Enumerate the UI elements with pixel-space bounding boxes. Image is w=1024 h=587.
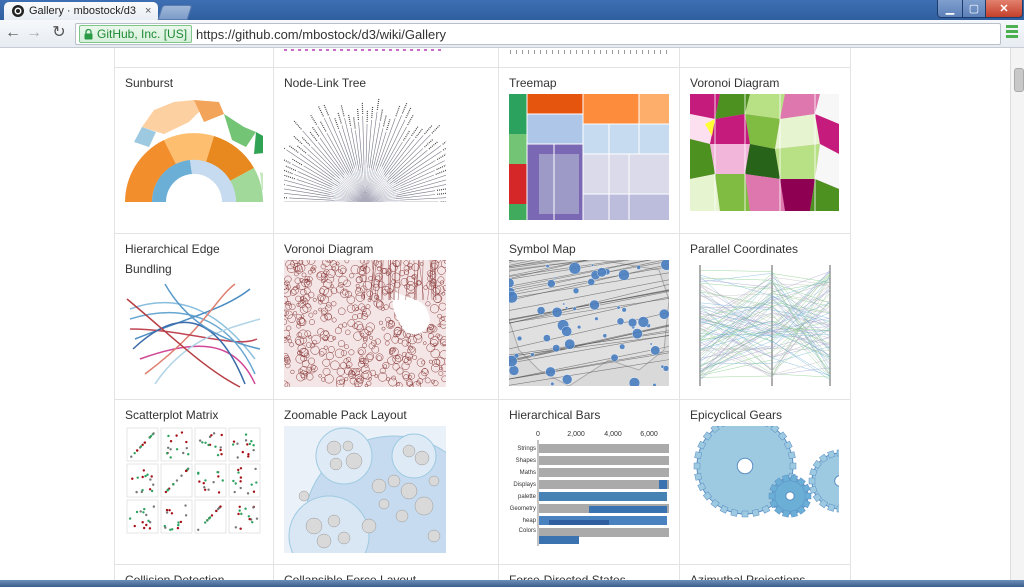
grid-divider — [498, 48, 499, 587]
back-arrow-icon[interactable]: ← — [4, 24, 22, 42]
tab-close-button[interactable]: × — [145, 5, 151, 17]
grid-divider — [114, 399, 850, 400]
close-window-button[interactable]: ✕ — [985, 0, 1023, 18]
forward-arrow-icon[interactable]: → — [25, 24, 43, 42]
browser-toolbar: ← → ↻ GitHub, Inc. [US] https://github.c… — [0, 20, 1024, 48]
gallery-title-bundling[interactable]: Bundling — [125, 262, 172, 276]
voronoi-airports-thumbnail[interactable] — [284, 260, 446, 387]
tab-title: Gallery · mbostock/d3 Wi — [29, 5, 139, 17]
pack-layout-thumbnail[interactable] — [284, 426, 446, 553]
bars-tick-label: 4,000 — [604, 431, 622, 438]
bars-row-label: Displays — [513, 482, 536, 488]
scrollbar-thumb[interactable] — [1014, 68, 1024, 92]
window-title-bar: Gallery · mbostock/d3 Wi × ▁ ▢ ✕ — [0, 0, 1024, 20]
gallery-title-treemap[interactable]: Treemap — [509, 76, 557, 90]
minimize-button[interactable]: ▁ — [937, 0, 963, 18]
hierarchical-bars-thumbnail[interactable]: 0 2,000 4,000 6,000 Strings Shapes Maths… — [509, 426, 669, 546]
bars-row-label: Geometry — [510, 506, 536, 512]
sunburst-thumbnail[interactable] — [125, 94, 263, 202]
gallery-title-sunburst[interactable]: Sunburst — [125, 76, 173, 90]
bars-row-label: Strings — [517, 446, 536, 452]
bars-row-label: palette — [518, 494, 537, 500]
treemap-thumbnail[interactable] — [509, 94, 669, 220]
new-tab-button[interactable] — [157, 5, 193, 20]
grid-divider — [114, 233, 850, 234]
gallery-title-scatterplot-matrix[interactable]: Scatterplot Matrix — [125, 408, 218, 422]
grid-divider — [273, 48, 274, 587]
ev-label: GitHub, Inc. [US] — [97, 27, 188, 41]
github-octocat-icon — [12, 5, 24, 17]
page-content: Sunburst Node-Link Tree Treemap Voronoi … — [0, 48, 1010, 587]
gallery-title-symbol-map[interactable]: Symbol Map — [509, 242, 576, 256]
node-link-tree-thumbnail[interactable] — [284, 94, 446, 202]
bars-row-label: Colors — [519, 528, 536, 534]
epicyclical-gears-thumbnail[interactable] — [690, 426, 839, 546]
ev-certificate-badge[interactable]: GitHub, Inc. [US] — [79, 25, 193, 43]
bars-tick-label: 2,000 — [567, 431, 585, 438]
vertical-scrollbar[interactable] — [1010, 48, 1024, 587]
edge-bundling-thumbnail[interactable] — [125, 279, 263, 389]
gallery-title-voronoi-diagram-2[interactable]: Voronoi Diagram — [284, 242, 373, 256]
grid-divider — [114, 48, 115, 587]
os-taskbar — [0, 580, 1024, 587]
gallery-title-zoomable-pack-layout[interactable]: Zoomable Pack Layout — [284, 408, 407, 422]
previous-row-thumbnail-fragment — [284, 49, 444, 51]
grid-divider — [850, 48, 851, 587]
bars-row-label: Maths — [520, 470, 536, 476]
gallery-title-voronoi-diagram[interactable]: Voronoi Diagram — [690, 76, 779, 90]
address-bar[interactable]: GitHub, Inc. [US] https://github.com/mbo… — [75, 23, 1001, 45]
scatterplot-matrix-thumbnail[interactable] — [125, 426, 263, 536]
gallery-title-hierarchical-bars[interactable]: Hierarchical Bars — [509, 408, 600, 422]
bars-tick-label: 0 — [536, 431, 540, 438]
grid-divider — [114, 67, 850, 68]
gallery-title-parallel-coordinates[interactable]: Parallel Coordinates — [690, 242, 798, 256]
bars-row-label: heap — [523, 518, 537, 524]
voronoi-diagram-thumbnail[interactable] — [690, 94, 839, 211]
reload-icon[interactable]: ↻ — [50, 24, 68, 42]
lock-icon — [84, 28, 93, 39]
url-text[interactable]: https://github.com/mbostock/d3/wiki/Gall… — [196, 27, 446, 42]
symbol-map-thumbnail[interactable] — [509, 260, 669, 386]
hamburger-menu-icon[interactable] — [1006, 25, 1018, 41]
bars-row-label: Shapes — [516, 458, 536, 464]
gallery-title-node-link-tree[interactable]: Node-Link Tree — [284, 76, 366, 90]
gallery-title-epicyclical-gears[interactable]: Epicyclical Gears — [690, 408, 782, 422]
bars-tick-label: 6,000 — [640, 431, 658, 438]
previous-row-thumbnail-fragment — [510, 50, 670, 54]
gallery-title-hierarchical-edge[interactable]: Hierarchical Edge — [125, 242, 220, 256]
grid-divider — [114, 564, 850, 565]
browser-tab-active[interactable]: Gallery · mbostock/d3 Wi × — [4, 2, 158, 20]
parallel-coordinates-thumbnail[interactable] — [690, 260, 839, 386]
maximize-button[interactable]: ▢ — [962, 0, 986, 18]
grid-divider — [679, 48, 680, 587]
